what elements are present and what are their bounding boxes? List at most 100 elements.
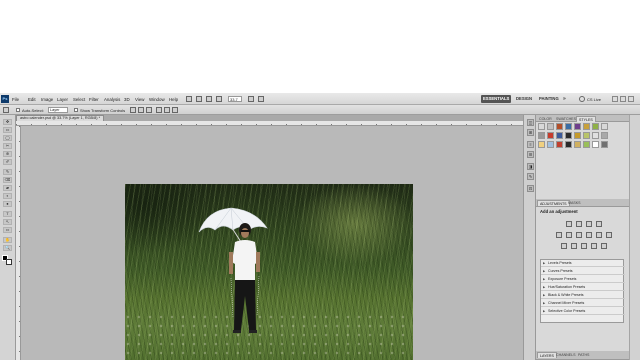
selective-color-icon[interactable] (601, 243, 607, 249)
tab-swatches[interactable]: SWATCHES (554, 116, 578, 122)
curves-icon[interactable] (586, 221, 592, 227)
style-swatch[interactable] (601, 141, 608, 148)
screen-mode-icon[interactable] (258, 96, 264, 102)
style-swatch[interactable] (547, 141, 554, 148)
align-top-icon[interactable] (130, 107, 136, 113)
document-image[interactable] (125, 184, 413, 360)
style-swatch[interactable] (601, 132, 608, 139)
quick-selection-tool[interactable]: ✂ (3, 143, 12, 149)
panel-scrollbar[interactable] (629, 115, 640, 360)
paragraph-panel-icon[interactable]: ☰ (527, 151, 534, 158)
type-tool[interactable]: T (3, 211, 12, 217)
levels-icon[interactable] (576, 221, 582, 227)
eraser-tool[interactable]: ● (3, 201, 12, 207)
vibrance-icon[interactable] (556, 232, 562, 238)
menu-layer[interactable]: Layer (57, 97, 68, 102)
menu-select[interactable]: Select (73, 97, 85, 102)
character-panel-icon[interactable]: ≡ (527, 141, 534, 148)
preset-selective-color[interactable]: ▶ Selective Color Presets (541, 308, 625, 315)
style-swatch[interactable] (565, 123, 572, 130)
style-swatch[interactable] (574, 132, 581, 139)
menu-file[interactable]: File (12, 97, 19, 102)
arrange-documents-icon[interactable] (248, 96, 254, 102)
menu-edit[interactable]: Edit (28, 97, 36, 102)
color-balance-icon[interactable] (576, 232, 582, 238)
style-swatch[interactable] (574, 123, 581, 130)
auto-select-dropdown[interactable]: Layer (48, 107, 68, 113)
style-swatch[interactable] (538, 141, 545, 148)
background-color-swatch[interactable] (6, 259, 12, 265)
style-swatch[interactable] (556, 141, 563, 148)
exposure-icon[interactable] (596, 221, 602, 227)
minimize-button[interactable] (612, 96, 618, 102)
auto-select-checkbox[interactable] (16, 108, 20, 112)
tool-presets-panel-icon[interactable]: ⊡ (527, 185, 534, 192)
workspace-painting[interactable]: PAINTING (537, 95, 561, 103)
align-middle-icon[interactable] (138, 107, 144, 113)
clone-source-panel-icon[interactable]: ✎ (527, 173, 534, 180)
align-center-icon[interactable] (164, 107, 170, 113)
tab-styles[interactable]: STYLES (576, 116, 596, 122)
workspace-essentials[interactable]: ESSENTIALS (481, 95, 512, 103)
actions-panel-icon[interactable]: ⊞ (527, 129, 534, 136)
style-swatch[interactable] (583, 132, 590, 139)
gradient-map-icon[interactable] (591, 243, 597, 249)
black-white-icon[interactable] (586, 232, 592, 238)
style-swatch[interactable] (592, 132, 599, 139)
tab-paths[interactable]: PATHS (576, 352, 591, 358)
workspace-design[interactable]: DESIGN (514, 95, 534, 103)
healing-brush-tool[interactable]: ✎ (3, 169, 12, 175)
menu-analysis[interactable]: Analysis (104, 97, 120, 102)
style-swatch[interactable] (538, 123, 545, 130)
zoom-level-field[interactable]: 33.7 (228, 96, 242, 102)
style-swatch[interactable] (547, 132, 554, 139)
workspace-more-button[interactable]: » (561, 95, 568, 103)
menu-3d[interactable]: 3D (124, 97, 130, 102)
photo-filter-icon[interactable] (596, 232, 602, 238)
minibridge-icon[interactable] (196, 96, 202, 102)
history-brush-tool[interactable]: ◐ (3, 193, 12, 199)
view-extras-icon[interactable] (206, 96, 212, 102)
lasso-tool[interactable]: ◯ (3, 135, 12, 141)
hue-saturation-icon[interactable] (566, 232, 572, 238)
style-swatch[interactable] (601, 123, 608, 130)
preset-levels[interactable]: ▶ Levels Presets (541, 260, 625, 267)
preset-hue-saturation[interactable]: ▶ Hue/Saturation Presets (541, 284, 625, 291)
preset-curves[interactable]: ▶ Curves Presets (541, 268, 625, 275)
style-swatch[interactable] (556, 132, 563, 139)
path-selection-tool[interactable]: ↖ (3, 219, 12, 225)
move-tool-preset-icon[interactable] (3, 107, 9, 113)
hand-icon[interactable] (216, 96, 222, 102)
close-button[interactable] (628, 96, 634, 102)
move-tool[interactable]: ✥ (3, 119, 12, 125)
menu-image[interactable]: Image (41, 97, 53, 102)
brushes-panel-icon[interactable]: ◨ (527, 163, 534, 170)
preset-exposure[interactable]: ▶ Exposure Presets (541, 276, 625, 283)
canvas-area[interactable] (21, 126, 523, 360)
zoom-tool[interactable]: 🔍 (3, 245, 12, 251)
tab-masks[interactable]: MASKS (566, 200, 583, 206)
brightness-contrast-icon[interactable] (566, 221, 572, 227)
history-panel-icon[interactable]: ◫ (527, 119, 534, 126)
hand-tool[interactable]: ✋ (3, 237, 12, 243)
style-swatch[interactable] (538, 132, 545, 139)
style-swatch[interactable] (547, 123, 554, 130)
menu-filter[interactable]: Filter (89, 97, 99, 102)
style-swatch[interactable] (574, 141, 581, 148)
clone-stamp-tool[interactable]: ▰ (3, 185, 12, 191)
menu-window[interactable]: Window (149, 97, 165, 102)
menu-view[interactable]: View (135, 97, 144, 102)
tab-channels[interactable]: CHANNELS (554, 352, 578, 358)
threshold-icon[interactable] (581, 243, 587, 249)
bridge-icon[interactable] (186, 96, 192, 102)
preset-channel-mixer[interactable]: ▶ Channel Mixer Presets (541, 300, 625, 307)
align-left-icon[interactable] (156, 107, 162, 113)
menu-help[interactable]: Help (169, 97, 178, 102)
style-swatch[interactable] (592, 123, 599, 130)
eyedropper-tool[interactable]: ✐ (3, 159, 12, 165)
posterize-icon[interactable] (571, 243, 577, 249)
style-swatch[interactable] (583, 141, 590, 148)
align-right-icon[interactable] (172, 107, 178, 113)
style-swatch[interactable] (583, 123, 590, 130)
tab-color[interactable]: COLOR (537, 116, 554, 122)
